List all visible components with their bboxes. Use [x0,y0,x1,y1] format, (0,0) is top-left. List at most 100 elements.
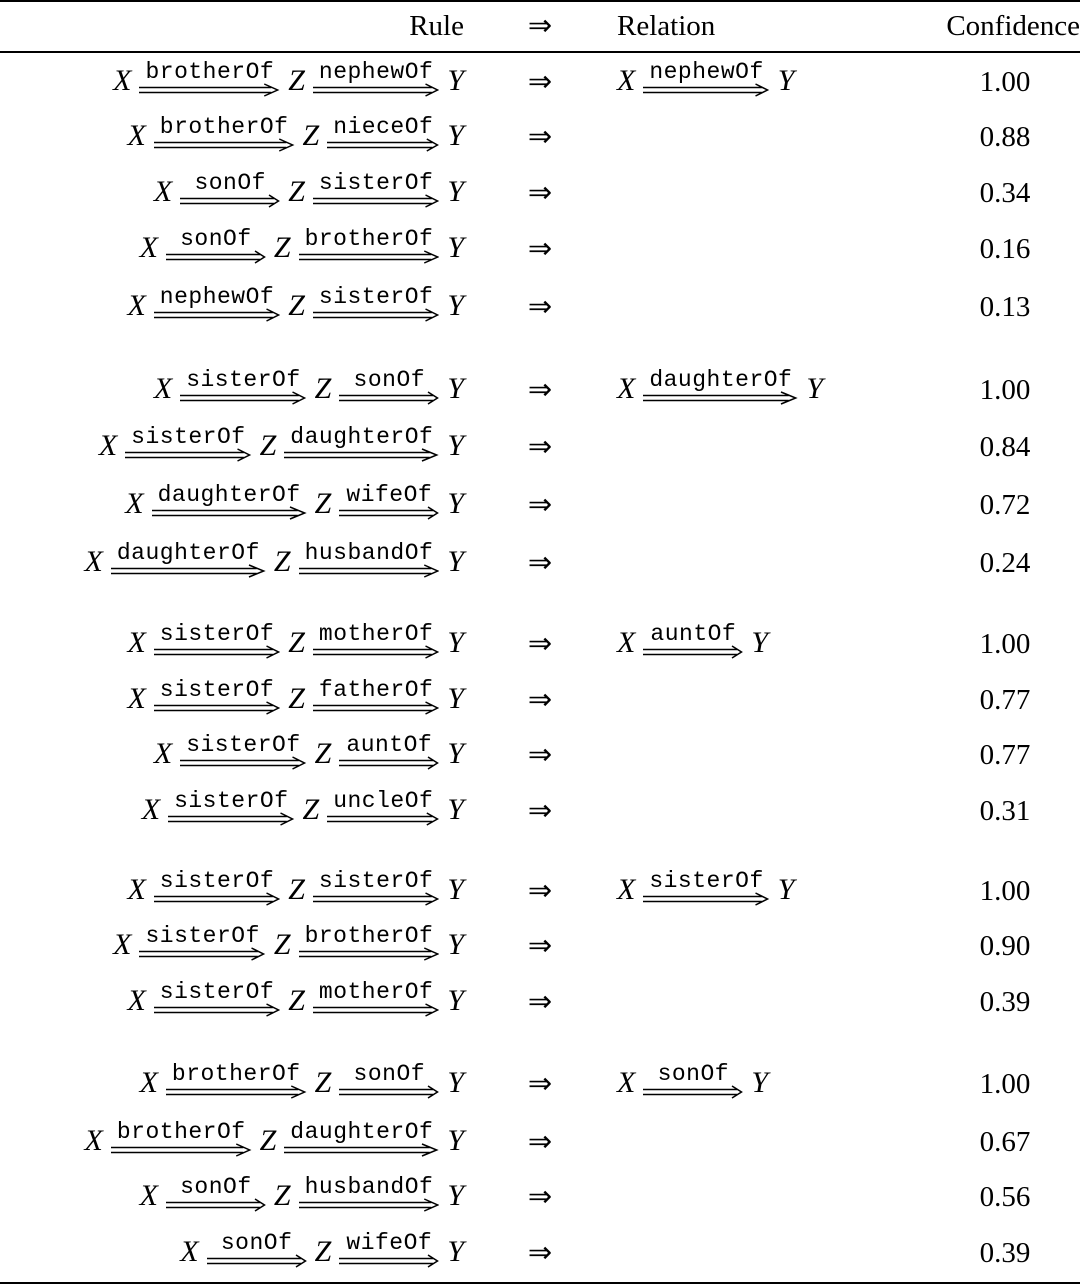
relation-label: sisterOf [159,621,275,647]
relation-label: husbandOf [304,1174,434,1200]
confidence-value: 0.16 [979,233,1031,265]
confidence-value: 0.39 [979,986,1031,1018]
relation-label: nieceOf [333,114,434,140]
confidence-value: 0.56 [979,1181,1031,1213]
implies-symbol: ⇒ [527,1068,553,1100]
double-arrow-icon [313,645,439,659]
double-arrow-icon [339,756,439,770]
rule-expression: XbrotherOf ZnieceOf Y [127,116,464,152]
confidence-value: 0.34 [979,177,1031,209]
variable-x: X [153,175,173,208]
relation-label: daughterOf [290,1119,434,1145]
double-arrow-icon [313,308,439,322]
relation-label: brotherOf [116,1119,246,1145]
first-relation-arrow: nephewOf [154,286,280,322]
double-arrow-icon [168,812,294,826]
confidence-value: 0.84 [979,431,1031,463]
first-relation-arrow: sisterOf [139,925,265,961]
double-arrow-icon [207,1254,307,1268]
double-arrow-icon [339,391,439,405]
table-row: XbrotherOf ZsonOf Y ⇒ XsonOf Y 1.00 [0,1049,1080,1105]
confidence-value: 1.00 [979,628,1031,660]
implies-symbol: ⇒ [527,1126,553,1158]
variable-y: Y [447,429,464,462]
relation-label: sisterOf [649,868,764,894]
variable-z: Z [302,119,320,152]
implies-symbol: ⇒ [527,374,553,406]
variable-x: X [617,372,636,405]
relation-label: sonOf [353,367,426,393]
relation-label: daughterOf [649,367,793,393]
first-relation-arrow: sisterOf [180,369,306,405]
variable-z: Z [288,175,305,208]
double-arrow-icon [643,892,769,906]
table-row: XsisterOf ZmotherOf Y ⇒ 0.39 [0,967,1080,1023]
variable-z: Z [259,429,277,462]
variable-x: X [113,64,132,97]
rule-expression: XsonOf ZhusbandOf Y [140,1176,464,1212]
first-relation-arrow: daughterOf [152,484,307,520]
variable-x: X [153,372,173,405]
double-arrow-icon [339,1254,439,1268]
double-arrow-icon [284,448,439,462]
double-arrow-icon [154,645,280,659]
double-arrow-icon [111,564,266,578]
table-row: XsonOf ZhusbandOf Y ⇒ 0.56 [0,1162,1080,1218]
variable-z: Z [314,372,332,405]
implies-symbol: ⇒ [527,1181,553,1213]
relation-label: sisterOf [159,677,275,703]
double-arrow-icon [299,564,440,578]
relation-label: wifeOf [346,482,433,508]
variable-x: X [84,545,103,578]
implies-symbol: ⇒ [527,66,553,98]
table-row: XsonOf ZsisterOf Y ⇒ 0.34 [0,158,1080,214]
relation-label: motherOf [318,979,434,1005]
variable-z: Z [288,682,305,715]
relation-label: daughterOf [290,424,434,450]
relation-label: nephewOf [649,59,764,85]
confidence-value: 0.72 [979,489,1031,521]
implies-symbol: ⇒ [527,121,553,153]
rule-expression: XsonOf ZwifeOf Y [180,1232,464,1268]
relation-expression: XauntOf Y [617,623,768,659]
variable-y: Y [751,1066,769,1099]
relation-expression: XsonOf Y [617,1063,768,1099]
double-arrow-icon [154,138,295,152]
first-relation-arrow: sonOf [180,172,280,208]
second-relation-arrow: wifeOf [339,1232,439,1268]
second-relation-arrow: daughterOf [284,1121,439,1157]
implies-symbol: ⇒ [527,489,553,521]
implies-symbol: ⇒ [527,431,553,463]
variable-z: Z [273,545,291,578]
variable-x: X [127,682,146,715]
variable-x: X [127,119,146,152]
relation-label: brotherOf [171,1061,301,1087]
implies-symbol: ⇒ [527,986,553,1018]
target-relation-arrow: nephewOf [643,61,769,97]
implies-symbol: ⇒ [527,875,553,907]
relation-label: sisterOf [186,732,301,758]
variable-z: Z [288,873,305,906]
variable-x: X [617,1066,636,1099]
first-relation-arrow: brotherOf [166,1063,307,1099]
header-rule: Rule [409,10,464,42]
second-relation-arrow: brotherOf [299,925,440,961]
variable-x: X [617,873,636,906]
second-relation-arrow: wifeOf [339,484,439,520]
variable-x: X [127,626,146,659]
first-relation-arrow: sisterOf [154,623,280,659]
relation-expression: XdaughterOf Y [617,369,823,405]
variable-y: Y [447,1179,464,1212]
double-arrow-icon [154,701,280,715]
first-relation-arrow: sisterOf [125,426,251,462]
target-relation-arrow: sonOf [643,1063,743,1099]
variable-y: Y [447,119,464,152]
table-row: XsisterOf ZsisterOf Y ⇒ XsisterOf Y 1.00 [0,856,1080,912]
relation-label: sonOf [220,1230,293,1256]
double-arrow-icon [166,1198,266,1212]
rule-expression: XsisterOf ZauntOf Y [154,734,464,770]
double-arrow-icon [313,194,439,208]
second-relation-arrow: motherOf [313,623,439,659]
variable-x: X [127,873,146,906]
first-relation-arrow: sonOf [166,228,266,264]
